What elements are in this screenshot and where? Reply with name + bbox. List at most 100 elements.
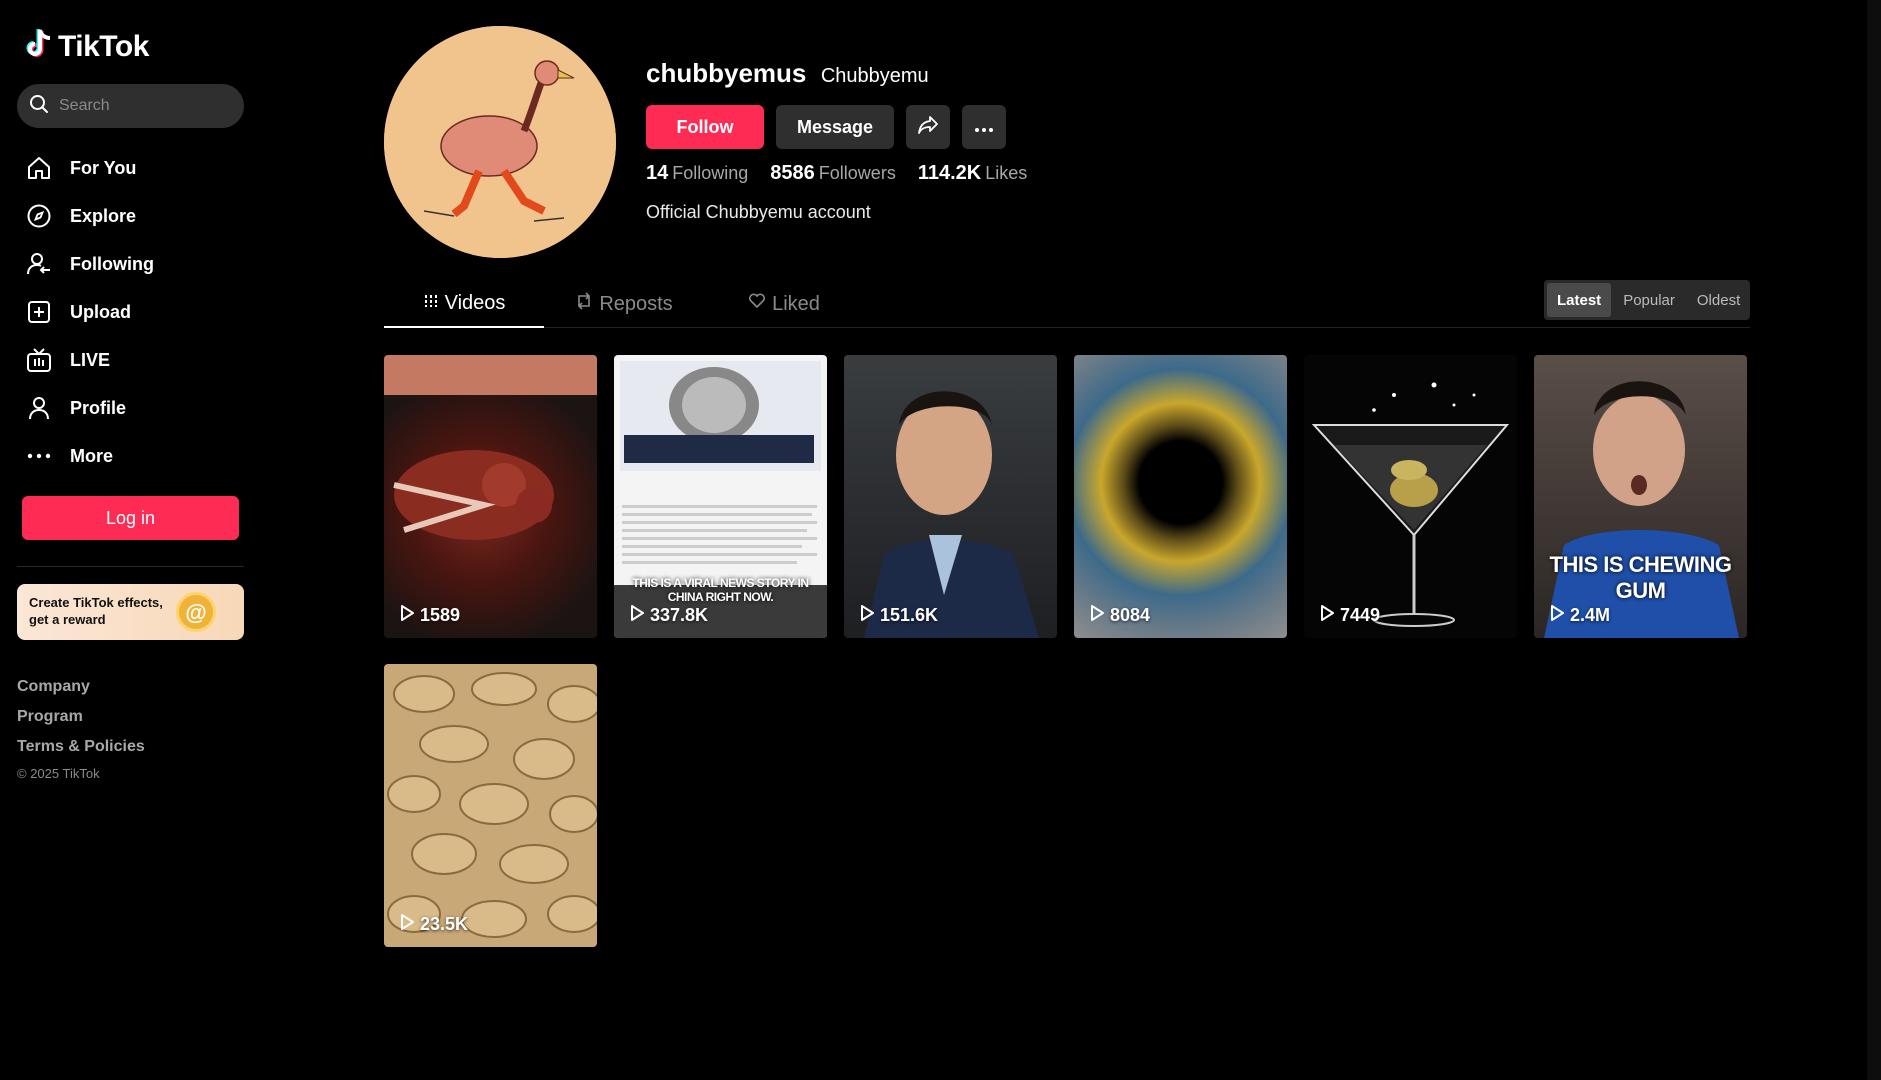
view-count-value: 23.5K: [420, 914, 469, 934]
stat-label: Followers: [818, 163, 896, 183]
search-icon: [29, 94, 49, 119]
nav-item-following[interactable]: Following: [24, 240, 244, 288]
view-count: 1589: [400, 605, 460, 626]
view-count-value: 1589: [420, 605, 461, 625]
follow-button[interactable]: Follow: [646, 105, 764, 149]
nav-label: For You: [70, 157, 137, 178]
video-card[interactable]: THIS IS CHEWING GUM 2.4M: [1534, 355, 1747, 638]
tiktok-logo[interactable]: TikTok: [26, 28, 149, 65]
main-nav: For You Explore Following Upload LIVE Pr…: [24, 144, 244, 480]
logo-text: TikTok: [58, 29, 149, 63]
upload-icon: [24, 297, 54, 327]
view-count: 337.8K: [630, 605, 708, 626]
compass-icon: [24, 201, 54, 231]
video-grid: 1589 THIS IS A VIRAL NEWS STORY IN CHINA…: [384, 355, 1750, 947]
home-icon: [24, 153, 54, 183]
profile-bio: Official Chubbyemu account: [646, 202, 871, 222]
nav-item-profile[interactable]: Profile: [24, 384, 244, 432]
stat-value: 8586: [770, 162, 815, 184]
search-input[interactable]: [59, 97, 239, 115]
play-icon: [400, 605, 414, 626]
video-card[interactable]: 151.6K: [844, 355, 1057, 638]
video-overlay-text: THIS IS A VIRAL NEWS STORY IN CHINA RIGH…: [632, 576, 809, 604]
footer-link-program[interactable]: Program: [17, 702, 145, 732]
video-card[interactable]: 8084: [1074, 355, 1287, 638]
nav-item-more[interactable]: More: [24, 432, 244, 480]
tab-label: Videos: [444, 291, 506, 314]
nav-label: Explore: [70, 205, 137, 226]
following-icon: [24, 249, 54, 279]
sidebar-divider: [17, 566, 244, 567]
heart-lock-icon: [748, 292, 766, 316]
nav-label: Profile: [70, 397, 127, 418]
play-icon: [1090, 605, 1104, 626]
effects-banner[interactable]: Create TikTok effects, get a reward @: [17, 584, 244, 640]
view-count-value: 7449: [1340, 605, 1381, 625]
video-card[interactable]: 7449: [1304, 355, 1517, 638]
view-count-value: 8084: [1110, 605, 1151, 625]
tab-videos[interactable]: Videos: [384, 280, 544, 328]
nickname: Chubbyemu: [820, 65, 929, 87]
stat-followers[interactable]: 8586 Followers: [770, 162, 896, 185]
nav-item-live[interactable]: LIVE: [24, 336, 244, 384]
login-button[interactable]: Log in: [22, 496, 239, 540]
sidebar: TikTok For You Explore Following: [0, 0, 260, 1080]
video-card[interactable]: 1589: [384, 355, 597, 638]
tab-label: Liked: [772, 292, 820, 315]
nav-label: Upload: [70, 301, 131, 322]
view-count-value: 2.4M: [1570, 605, 1611, 625]
footer-link-company[interactable]: Company: [17, 672, 145, 702]
stat-likes: 114.2K Likes: [918, 162, 1027, 185]
view-count: 8084: [1090, 605, 1150, 626]
sort-oldest[interactable]: Oldest: [1687, 283, 1750, 317]
search-bar[interactable]: [17, 84, 244, 128]
view-count-value: 337.8K: [650, 605, 709, 625]
nav-item-explore[interactable]: Explore: [24, 192, 244, 240]
view-count: 2.4M: [1550, 605, 1610, 626]
nav-label: More: [70, 445, 114, 466]
play-icon: [630, 605, 644, 626]
more-options-button[interactable]: [962, 105, 1006, 149]
profile-stats: 14 Following 8586 Followers 114.2K Likes: [646, 162, 1027, 185]
play-icon: [860, 605, 874, 626]
ellipsis-icon: [974, 117, 994, 138]
nav-item-upload[interactable]: Upload: [24, 288, 244, 336]
share-button[interactable]: [906, 105, 950, 149]
profile-names: chubbyemus Chubbyemu: [646, 58, 929, 89]
stat-value: 14: [646, 162, 669, 184]
nav-label: LIVE: [70, 349, 111, 370]
nav-item-for-you[interactable]: For You: [24, 144, 244, 192]
view-count-value: 151.6K: [880, 605, 939, 625]
play-icon: [1320, 605, 1334, 626]
tab-reposts[interactable]: Reposts: [544, 280, 704, 328]
live-icon: [24, 345, 54, 375]
username: chubbyemus: [646, 58, 807, 88]
sidebar-footer: Company Program Terms & Policies © 2025 …: [17, 672, 145, 781]
stat-label: Following: [672, 163, 749, 183]
nav-label: Following: [70, 253, 154, 274]
message-button[interactable]: Message: [776, 105, 894, 149]
stat-value: 114.2K: [917, 162, 982, 184]
video-card[interactable]: 23.5K: [384, 664, 597, 947]
play-icon: [1550, 605, 1564, 626]
stat-label: Likes: [985, 163, 1028, 183]
tab-liked[interactable]: Liked: [704, 280, 864, 328]
copyright: © 2025 TikTok: [17, 766, 100, 781]
more-icon: [24, 441, 54, 471]
stat-following[interactable]: 14 Following: [646, 162, 748, 185]
sort-latest[interactable]: Latest: [1547, 283, 1612, 317]
video-card[interactable]: THIS IS A VIRAL NEWS STORY IN CHINA RIGH…: [614, 355, 827, 638]
tab-label: Reposts: [599, 292, 673, 315]
sort-popular[interactable]: Popular: [1613, 283, 1685, 317]
profile-actions: Follow Message: [646, 105, 1006, 149]
tiktok-logo-icon: [26, 28, 54, 65]
video-overlay-text: THIS IS CHEWING GUM: [1549, 552, 1732, 603]
footer-link-terms[interactable]: Terms & Policies: [17, 732, 145, 762]
profile-icon: [24, 393, 54, 423]
share-icon: [917, 114, 939, 141]
scrollbar[interactable]: [1867, 0, 1881, 1080]
view-count: 23.5K: [400, 914, 468, 935]
repost-icon: [575, 292, 593, 316]
view-count: 151.6K: [860, 605, 938, 626]
grid-icon: [423, 292, 439, 315]
